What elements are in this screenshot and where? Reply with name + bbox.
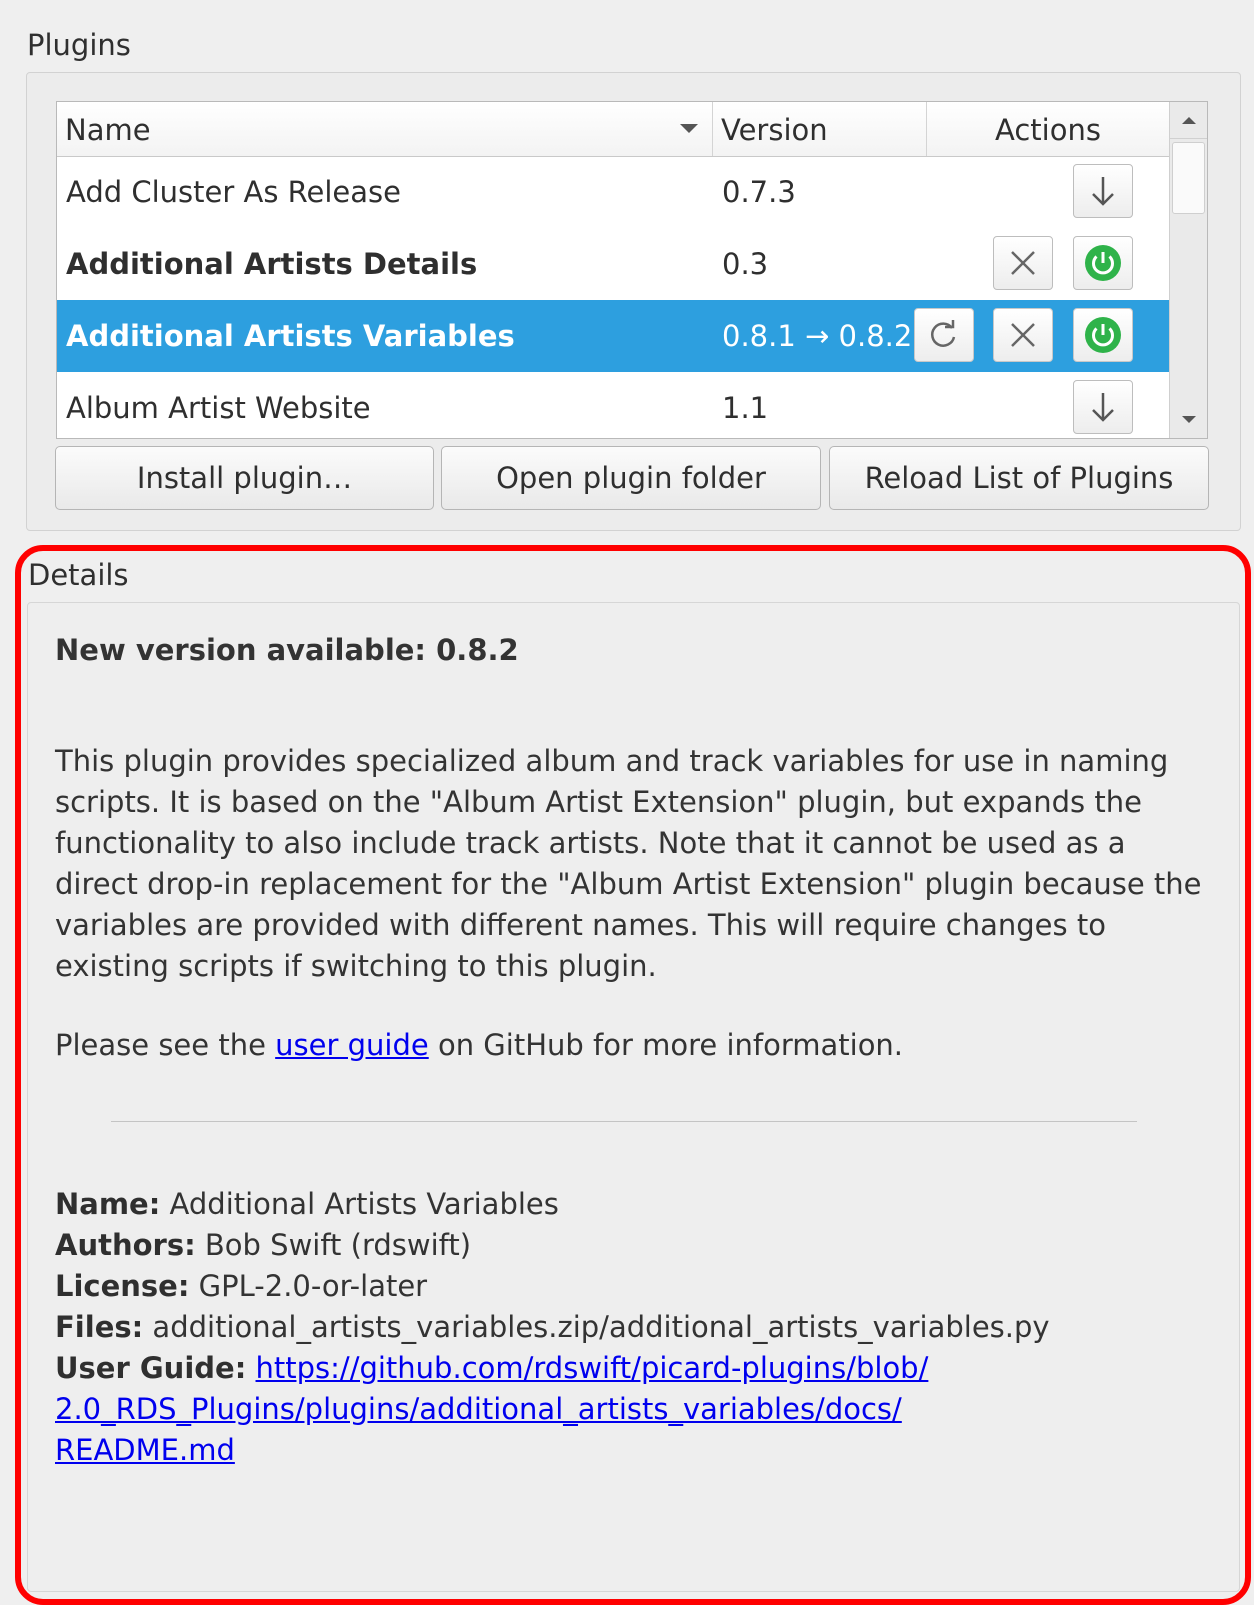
update-button[interactable]	[914, 308, 974, 362]
plugin-name: Additional Artists Details	[66, 247, 478, 281]
scrollbar-thumb[interactable]	[1172, 142, 1205, 214]
plugin-name: Album Artist Website	[66, 391, 371, 425]
column-header-actions[interactable]: Actions	[927, 102, 1169, 156]
uninstall-icon	[1011, 323, 1035, 347]
update-icon	[931, 320, 956, 347]
enable-power-icon	[1085, 317, 1121, 353]
scroll-down-button[interactable]	[1170, 402, 1207, 438]
install-button[interactable]	[1073, 164, 1133, 218]
enable-toggle-button[interactable]	[1073, 236, 1133, 290]
details-highlight-box	[15, 545, 1251, 1605]
plugin-version: 0.8.1 → 0.8.2	[722, 319, 913, 353]
table-header: Name Version Actions	[57, 102, 1169, 157]
column-header-name-label: Name	[65, 113, 151, 147]
install-icon	[1092, 177, 1114, 206]
plugin-version: 0.7.3	[722, 175, 796, 209]
uninstall-icon	[1011, 251, 1035, 275]
table-scrollbar[interactable]	[1169, 102, 1207, 438]
install-button[interactable]	[1073, 380, 1133, 434]
plugin-name: Add Cluster As Release	[66, 175, 401, 209]
plugin-name: Additional Artists Variables	[66, 319, 515, 353]
sort-descending-icon	[680, 124, 698, 133]
table-row[interactable]: Album Artist Website 1.1	[57, 372, 1169, 438]
column-header-name[interactable]: Name	[57, 102, 713, 156]
open-plugin-folder-button[interactable]: Open plugin folder	[441, 446, 821, 510]
scroll-up-button[interactable]	[1170, 102, 1207, 139]
enable-toggle-button[interactable]	[1073, 308, 1133, 362]
plugins-table[interactable]: Name Version Actions Add Cluster As Rele…	[56, 101, 1208, 439]
install-plugin-button[interactable]: Install plugin…	[55, 446, 434, 510]
uninstall-button[interactable]	[993, 236, 1053, 290]
plugin-version: 1.1	[722, 391, 769, 425]
uninstall-button[interactable]	[993, 308, 1053, 362]
scroll-up-arrow-icon	[1181, 117, 1196, 124]
reload-plugins-button[interactable]: Reload List of Plugins	[829, 446, 1209, 510]
column-header-version[interactable]: Version	[713, 102, 927, 156]
scroll-down-arrow-icon	[1181, 416, 1196, 423]
table-row[interactable]: Add Cluster As Release 0.7.3	[57, 156, 1169, 228]
install-icon	[1092, 393, 1114, 422]
table-row-selected[interactable]: Additional Artists Variables 0.8.1 → 0.8…	[57, 300, 1169, 372]
plugins-group-title: Plugins	[27, 28, 131, 62]
table-row[interactable]: Additional Artists Details 0.3	[57, 228, 1169, 300]
enable-power-icon	[1085, 245, 1121, 281]
plugin-version: 0.3	[722, 247, 769, 281]
